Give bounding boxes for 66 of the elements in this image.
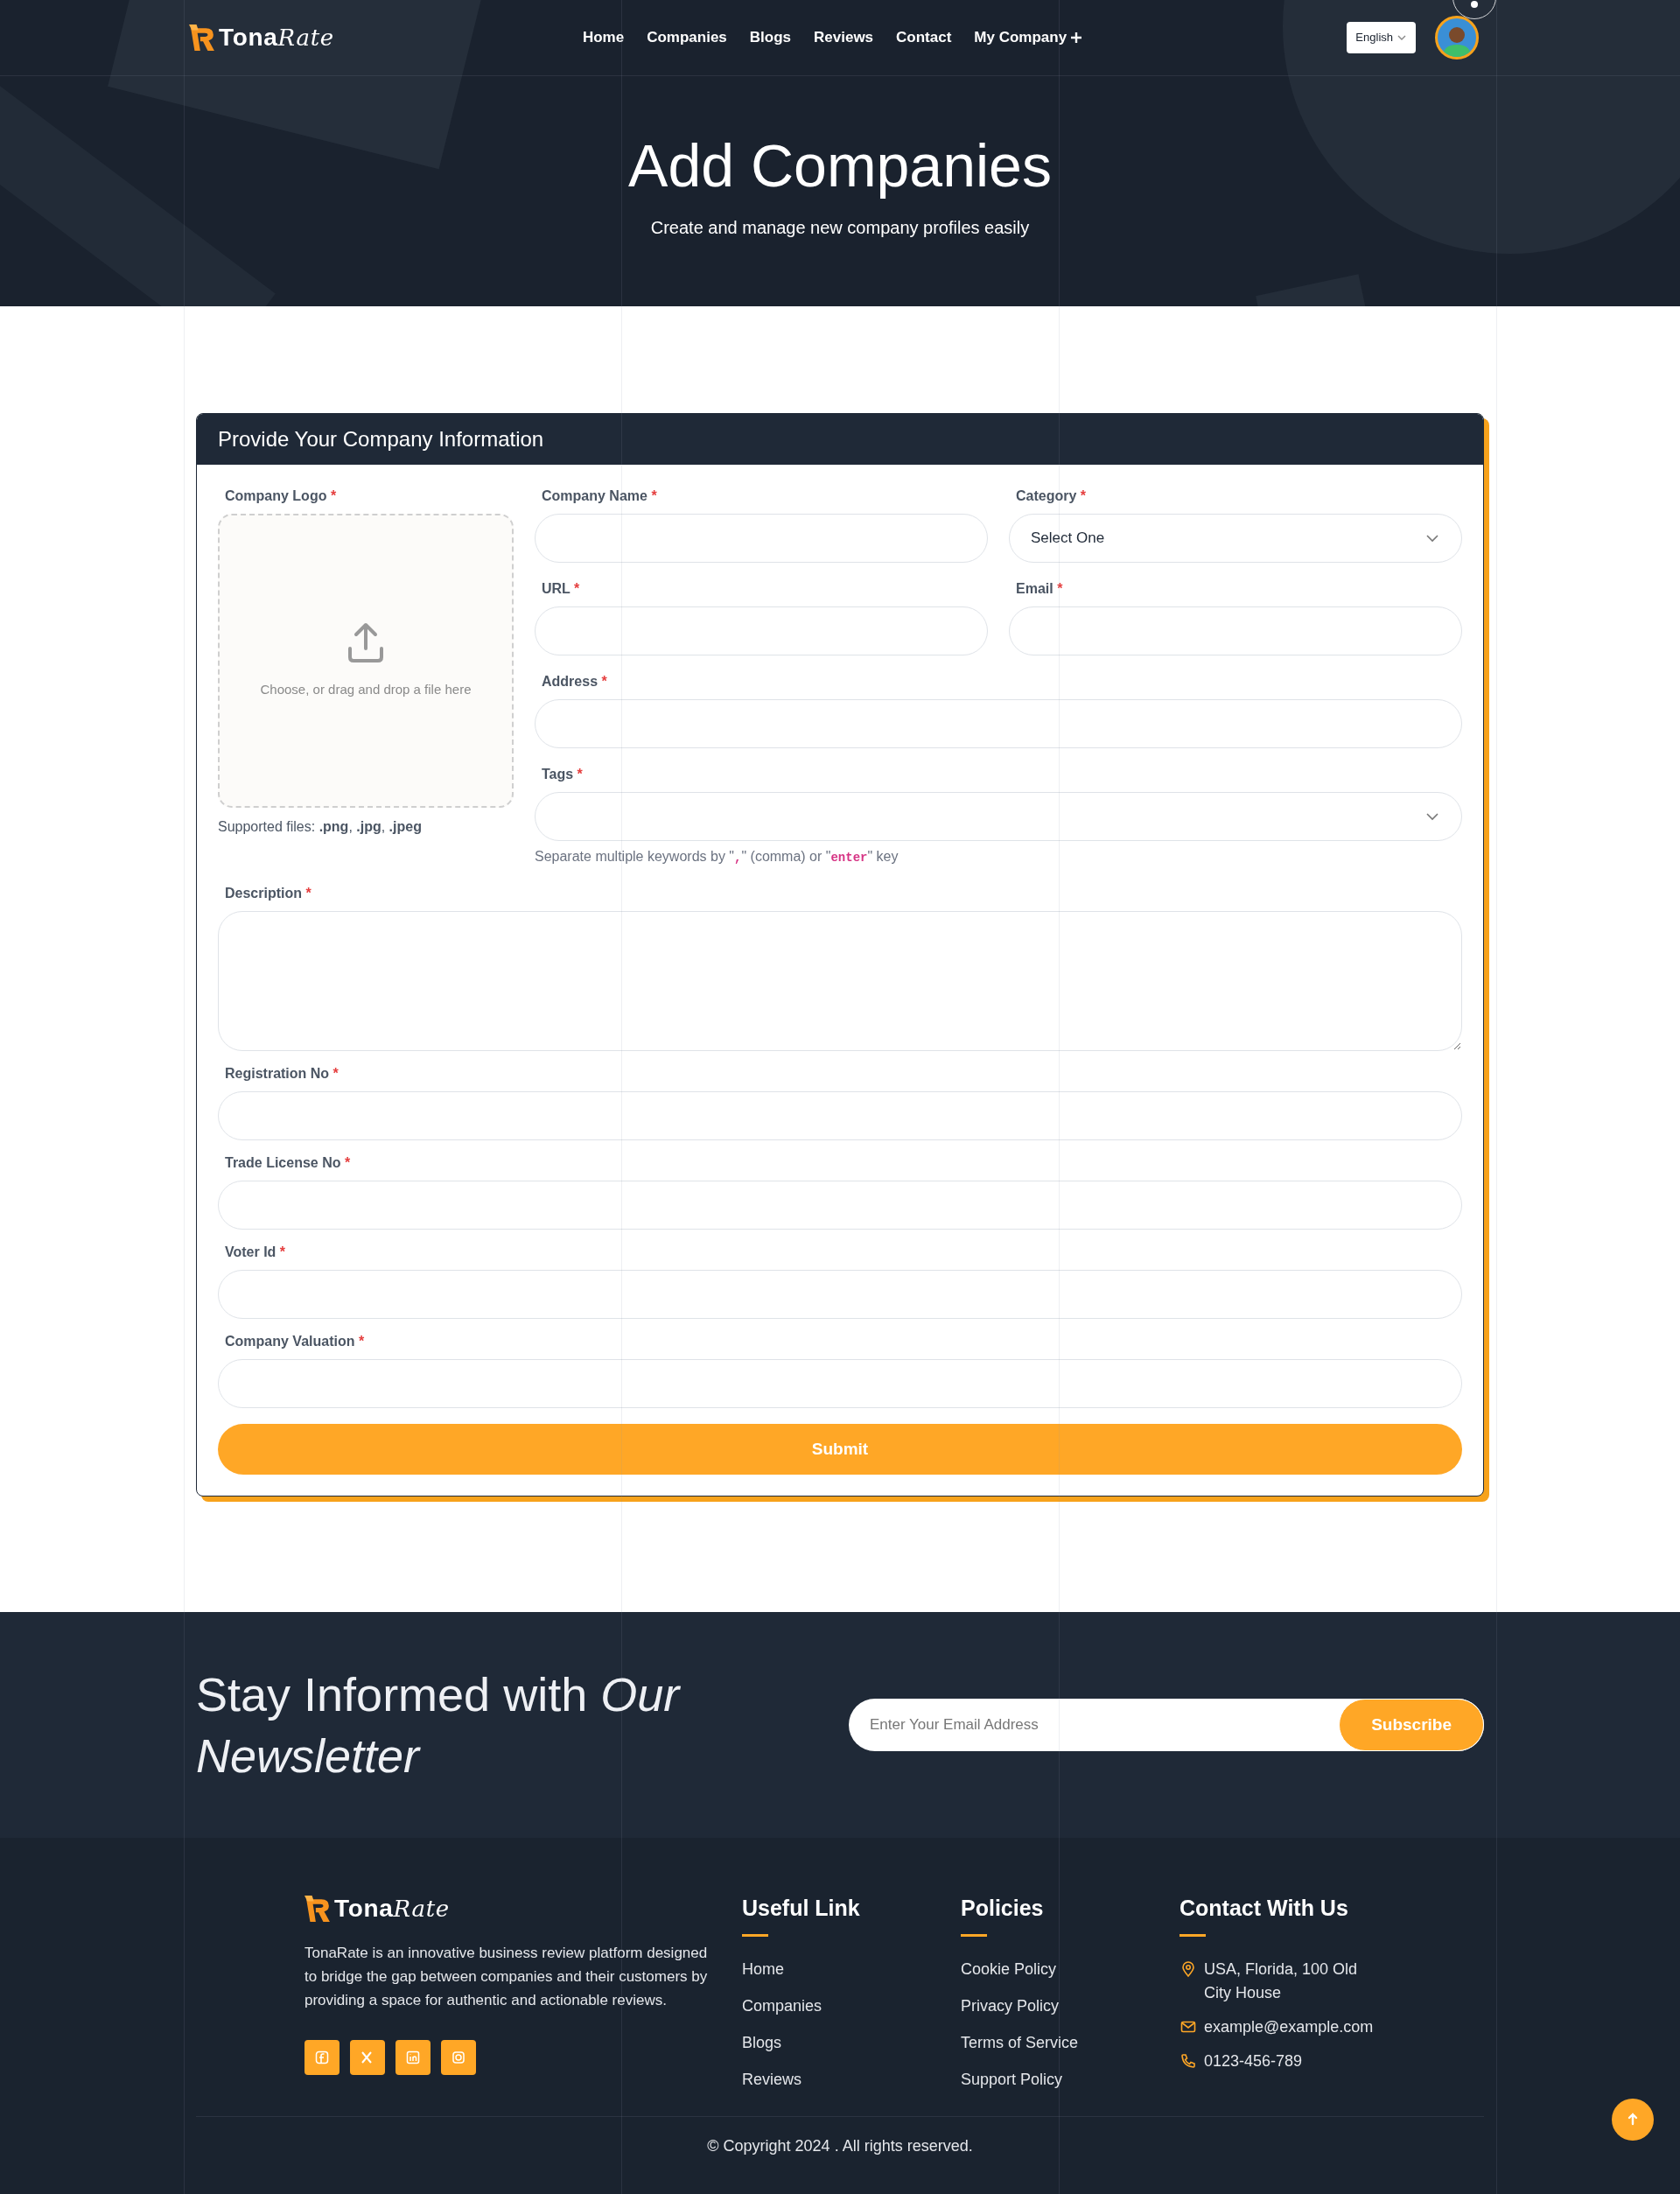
input-field[interactable] [218,1181,1462,1230]
input-field[interactable] [218,1359,1462,1408]
nav-link[interactable]: Home [582,26,625,49]
help-text: Separate multiple keywords by "," (comma) or "enter" key [535,848,900,866]
contact-text: 0123-456-789 [1204,2050,1303,2071]
newsletter-heading: Stay Informed with Our Newsletter [196,1667,682,1784]
input-field[interactable] [535,699,1462,748]
plus-icon [1070,32,1083,44]
footer-link[interactable]: Reviews [742,2067,961,2091]
language-dropdown[interactable]: English [1347,22,1416,53]
field-label: Address * [541,673,608,690]
field-label: Company Logo * [224,487,338,505]
input-field[interactable] [218,1270,1462,1319]
upload-icon [346,621,385,664]
drop-hint: Choose, or drag and drop a file here [260,680,472,698]
field-label: URL * [541,580,581,598]
footer-link[interactable]: Privacy Policy [961,1994,1180,2017]
nav-link[interactable]: Reviews [814,26,874,49]
field-label: Category * [1015,487,1088,505]
input-field[interactable] [535,514,988,563]
linkedin-icon [404,2049,422,2066]
input-field[interactable] [535,606,988,655]
footer-link[interactable]: Blogs [742,2030,961,2054]
field-label: Company Valuation * [224,1333,366,1350]
contact-text: USA, Florida, 100 Old City House [1204,1959,1359,2003]
phone-icon [1180,2051,1197,2070]
scroll-top-button[interactable] [1612,2099,1654,2141]
instagram-link[interactable] [441,2040,476,2075]
footer-heading: Policies [961,1895,1045,1922]
field-label: Trade License No * [224,1154,352,1172]
copyright-text: © Copyright 2024 . All rights reserved. [706,2136,974,2156]
nav-link[interactable]: My Company [974,26,1083,49]
field-label: Registration No * [224,1065,340,1083]
input-field[interactable] [1009,606,1462,655]
footer-link[interactable]: Support Policy [961,2067,1180,2091]
card-title: Provide Your Company Information [218,426,544,452]
footer-link[interactable]: Home [742,1957,961,1980]
x-link[interactable] [350,2040,385,2075]
location-icon [1180,1959,1197,1978]
facebook-icon [313,2049,331,2066]
logo-text[interactable]: TonaRate [334,1890,450,1927]
logo-icon [304,1896,331,1922]
input-field[interactable] [218,1091,1462,1140]
field-label: Email * [1015,580,1064,598]
field-label: Description * [224,885,312,902]
instagram-icon [450,2049,467,2066]
page-subtitle: Create and manage new company profiles easily [650,217,1030,239]
supported-files: Supported files: .png, .jpg, .jpeg [218,818,423,836]
linkedin-link[interactable] [396,2040,430,2075]
field-label: Voter Id * [224,1244,287,1261]
nav-link[interactable]: Blogs [749,26,792,49]
footer-link[interactable]: Terms of Service [961,2030,1180,2054]
footer-description: TonaRate is an innovative business review platform designed to bridge the gap between companies and their customers by providing a space for authentic and actionable reviews. [304,1944,709,2010]
nav-link[interactable]: Contact [896,26,952,49]
logo-icon [189,25,215,51]
field-label: Tags * [541,766,584,783]
footer-link[interactable]: Companies [742,1994,961,2017]
footer-heading: Useful Link [742,1895,861,1922]
text-area[interactable] [218,911,1462,1051]
logo-text[interactable]: TonaRate [219,19,334,56]
nav-link[interactable]: Companies [647,26,727,49]
facebook-link[interactable] [304,2040,340,2075]
contact-text: example@example.com [1204,2016,1374,2037]
field-label: Company Name * [541,487,658,505]
footer-link[interactable]: Cookie Policy [961,1957,1180,1980]
footer-heading: Contact With Us [1180,1895,1349,1922]
